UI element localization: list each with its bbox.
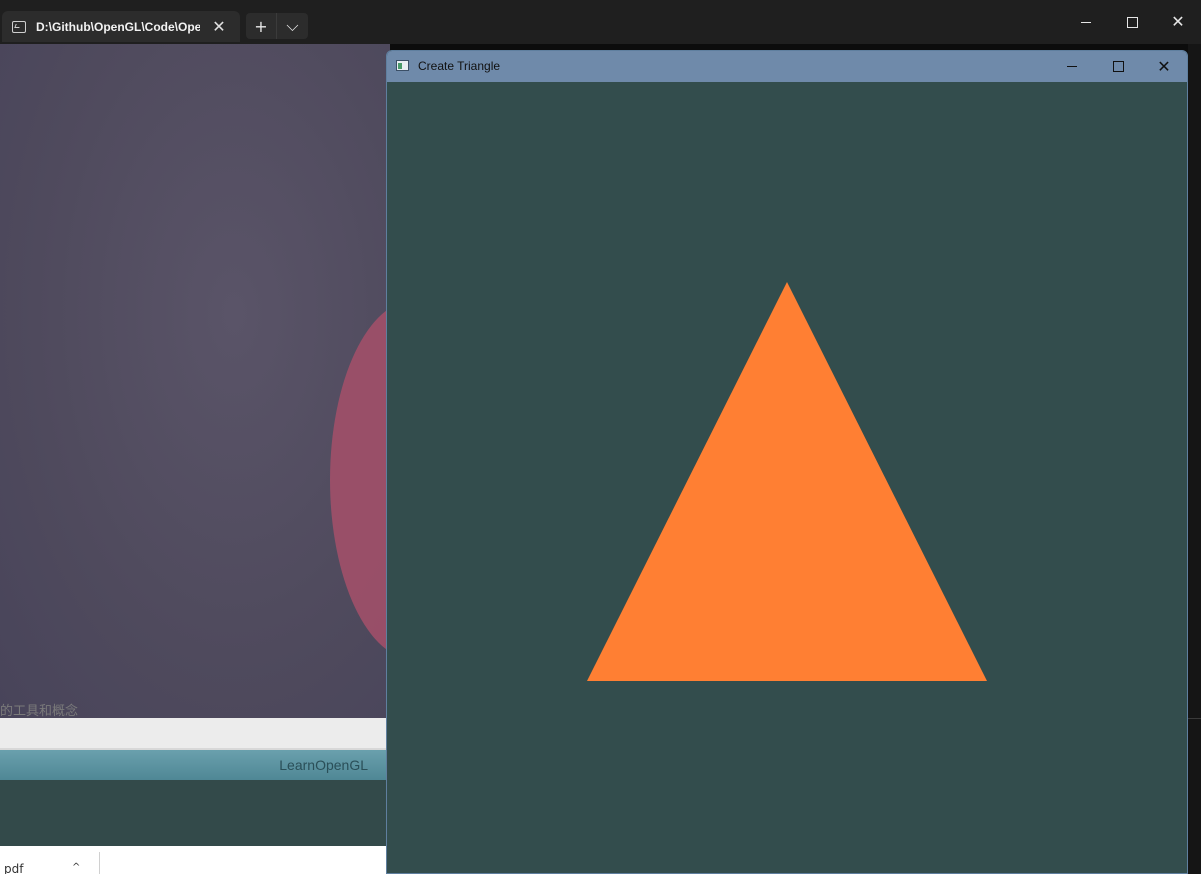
render-surface bbox=[587, 282, 987, 681]
site-header-bar: LearnOpenGL bbox=[0, 748, 390, 780]
orange-triangle bbox=[587, 282, 987, 681]
desktop: D:\Github\OpenGL\Code\OpenGL ✕ + ⌵ ✕ 的工具… bbox=[0, 0, 1201, 874]
chevron-up-icon[interactable]: ^ bbox=[72, 862, 80, 873]
page-divider bbox=[0, 718, 390, 748]
minimize-button[interactable] bbox=[1049, 51, 1095, 82]
close-button[interactable]: ✕ bbox=[1141, 51, 1187, 82]
opengl-window-controls: ✕ bbox=[1049, 51, 1187, 82]
maximize-icon bbox=[1112, 61, 1124, 72]
maximize-icon bbox=[1126, 16, 1138, 28]
close-button[interactable]: ✕ bbox=[1155, 0, 1201, 44]
window-app-icon bbox=[396, 60, 409, 71]
minimize-icon bbox=[1067, 66, 1077, 67]
site-title[interactable]: LearnOpenGL bbox=[279, 757, 368, 773]
window-title: Create Triangle bbox=[418, 59, 501, 73]
opengl-titlebar[interactable]: Create Triangle ✕ bbox=[387, 51, 1187, 82]
new-tab-button[interactable]: + bbox=[246, 13, 277, 39]
divider bbox=[99, 852, 100, 874]
minimize-button[interactable] bbox=[1063, 0, 1109, 44]
site-content-strip bbox=[0, 780, 390, 846]
chevron-down-icon[interactable]: ⌵ bbox=[277, 13, 308, 39]
close-icon: ✕ bbox=[1157, 56, 1171, 76]
new-tab-group: + ⌵ bbox=[246, 13, 308, 39]
download-bar: pdf ^ bbox=[0, 846, 390, 874]
page-text: 的工具和概念 bbox=[0, 704, 79, 719]
render-canvas[interactable] bbox=[387, 82, 1187, 873]
tab-close-icon[interactable]: ✕ bbox=[212, 18, 226, 35]
background-window-edge bbox=[1188, 44, 1201, 874]
terminal-tab-title: D:\Github\OpenGL\Code\OpenGL bbox=[36, 19, 200, 34]
download-file-name[interactable]: pdf bbox=[4, 862, 23, 874]
hero-image bbox=[0, 44, 390, 718]
terminal-titlebar[interactable]: D:\Github\OpenGL\Code\OpenGL ✕ + ⌵ ✕ bbox=[0, 0, 1201, 44]
maximize-button[interactable] bbox=[1109, 0, 1155, 44]
opengl-window[interactable]: Create Triangle ✕ bbox=[386, 50, 1188, 874]
minimize-icon bbox=[1081, 21, 1091, 23]
terminal-tab[interactable]: D:\Github\OpenGL\Code\OpenGL ✕ bbox=[2, 11, 240, 42]
terminal-icon bbox=[12, 20, 26, 33]
terminal-window-controls: ✕ bbox=[1063, 0, 1201, 44]
maximize-button[interactable] bbox=[1095, 51, 1141, 82]
close-icon: ✕ bbox=[1171, 12, 1185, 31]
divider bbox=[1188, 718, 1201, 719]
